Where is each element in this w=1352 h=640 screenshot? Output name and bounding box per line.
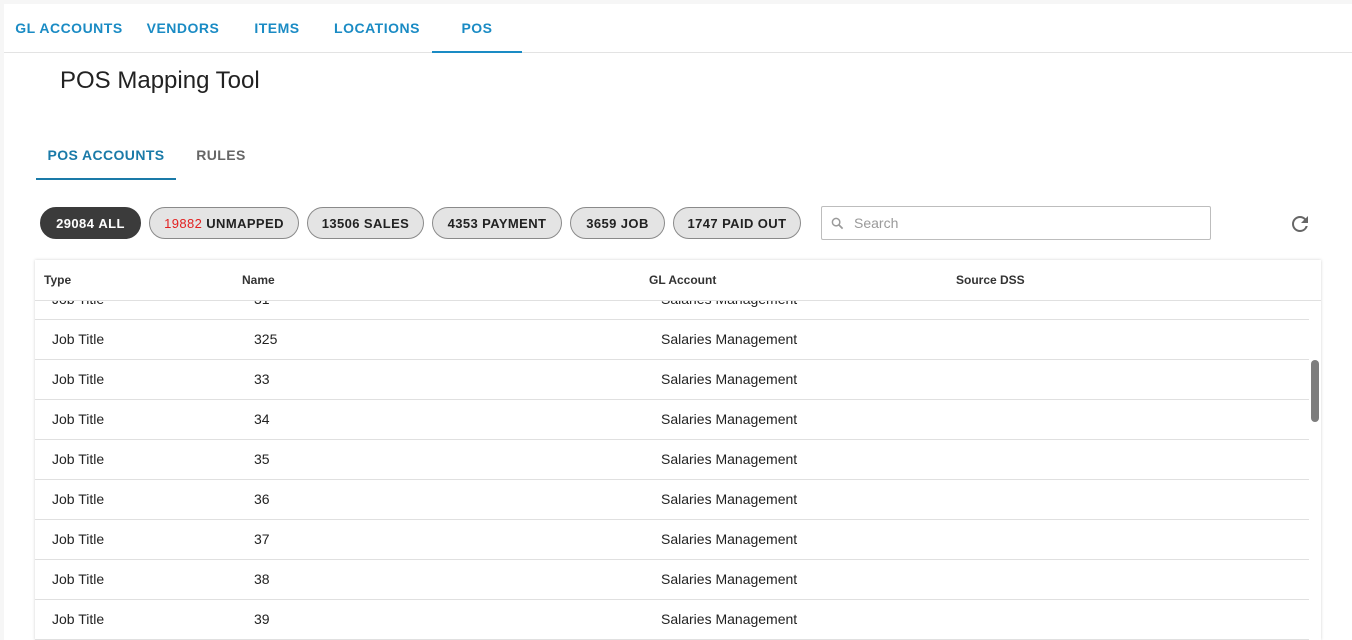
- cell-name: 34: [254, 411, 270, 427]
- cell-gl-account: Salaries Management: [661, 301, 797, 319]
- cell-type: Job Title: [52, 611, 105, 627]
- table-row[interactable]: Job Title 38 Salaries Management: [35, 560, 1309, 600]
- page-title: POS Mapping Tool: [60, 67, 260, 94]
- scrollbar-thumb[interactable]: [1311, 360, 1319, 422]
- tab-items[interactable]: ITEMS: [232, 4, 322, 52]
- chip-count: 13506: [321, 215, 360, 231]
- tab-locations[interactable]: LOCATIONS: [322, 4, 432, 52]
- cell-type: Job Title: [52, 491, 105, 507]
- search-input[interactable]: [852, 214, 1196, 232]
- table-rows: Job Title 31 Salaries Management Job Tit…: [35, 301, 1309, 640]
- table-row[interactable]: Job Title 31 Salaries Management: [35, 301, 1309, 320]
- table-scrollbar[interactable]: [1309, 301, 1321, 640]
- table-row[interactable]: Job Title 325 Salaries Management: [35, 320, 1309, 360]
- sub-tabs: POS ACCOUNTS RULES: [36, 132, 336, 180]
- top-navigation: GL ACCOUNTS VENDORS ITEMS LOCATIONS POS: [4, 4, 1352, 53]
- filter-chip-paid-out[interactable]: 1747 PAID OUT: [673, 207, 801, 239]
- cell-name: 37: [254, 531, 270, 547]
- refresh-icon[interactable]: [1288, 212, 1312, 236]
- table-header: Type Name GL Account Source DSS: [35, 260, 1321, 301]
- cell-type: Job Title: [52, 571, 105, 587]
- cell-type: Job Title: [52, 301, 104, 319]
- cell-gl-account: Salaries Management: [661, 611, 798, 627]
- chip-label: SALES: [363, 215, 410, 231]
- cell-name: 36: [254, 491, 270, 507]
- chip-count: 19882: [164, 215, 203, 231]
- table-body: Job Title 31 Salaries Management Job Tit…: [35, 301, 1309, 640]
- filter-chip-job[interactable]: 3659 JOB: [570, 207, 665, 239]
- cell-type: Job Title: [52, 411, 105, 427]
- tab-pos[interactable]: POS: [432, 4, 522, 53]
- column-header-gl-account[interactable]: GL Account: [649, 260, 716, 300]
- tab-rules[interactable]: RULES: [176, 132, 266, 178]
- cell-type: Job Title: [52, 451, 105, 467]
- cell-gl-account: Salaries Management: [661, 571, 798, 587]
- column-header-source-dss[interactable]: Source DSS: [956, 260, 1025, 300]
- cell-gl-account: Salaries Management: [661, 451, 798, 467]
- cell-name: 39: [254, 611, 270, 627]
- app-frame: GL ACCOUNTS VENDORS ITEMS LOCATIONS POS …: [4, 4, 1352, 640]
- chip-label: JOB: [620, 215, 649, 231]
- chip-label: UNMAPPED: [206, 215, 284, 231]
- cell-type: Job Title: [52, 531, 105, 547]
- chip-count: 3659: [586, 215, 617, 231]
- filter-chip-all[interactable]: 29084 ALL: [40, 207, 141, 239]
- chip-count: 1747: [687, 215, 719, 231]
- cell-name: 35: [254, 451, 270, 467]
- chip-count: 4353: [447, 215, 479, 231]
- cell-name: 38: [254, 571, 270, 587]
- cell-type: Job Title: [52, 371, 105, 387]
- filter-chip-sales[interactable]: 13506 SALES: [307, 207, 424, 239]
- tab-gl-accounts[interactable]: GL ACCOUNTS: [4, 4, 134, 52]
- filter-chip-unmapped[interactable]: 19882 UNMAPPED: [149, 207, 299, 239]
- cell-type: Job Title: [52, 331, 105, 347]
- table-row[interactable]: Job Title 35 Salaries Management: [35, 440, 1309, 480]
- search-icon: [822, 217, 852, 230]
- search-box: [821, 206, 1211, 240]
- tab-pos-accounts[interactable]: POS ACCOUNTS: [36, 132, 176, 180]
- table-row[interactable]: Job Title 37 Salaries Management: [35, 520, 1309, 560]
- cell-gl-account: Salaries Management: [661, 331, 798, 347]
- table-row[interactable]: Job Title 33 Salaries Management: [35, 360, 1309, 400]
- column-header-name[interactable]: Name: [242, 260, 275, 300]
- pos-accounts-table: Type Name GL Account Source DSS Job Titl…: [35, 260, 1321, 640]
- cell-gl-account: Salaries Management: [661, 491, 798, 507]
- cell-gl-account: Salaries Management: [661, 411, 798, 427]
- chip-label: PAID OUT: [722, 215, 787, 231]
- cell-name: 31: [254, 301, 270, 319]
- table-row[interactable]: Job Title 36 Salaries Management: [35, 480, 1309, 520]
- cell-name: 325: [254, 331, 278, 347]
- filter-chip-payment[interactable]: 4353 PAYMENT: [432, 207, 562, 239]
- table-row[interactable]: Job Title 39 Salaries Management: [35, 600, 1309, 640]
- tab-vendors[interactable]: VENDORS: [134, 4, 232, 52]
- cell-gl-account: Salaries Management: [661, 371, 798, 387]
- cell-gl-account: Salaries Management: [661, 531, 798, 547]
- chip-label: ALL: [98, 215, 125, 231]
- column-header-type[interactable]: Type: [44, 260, 71, 300]
- cell-name: 33: [254, 371, 270, 387]
- chip-count: 29084: [56, 215, 95, 231]
- chip-label: PAYMENT: [482, 215, 547, 231]
- table-row[interactable]: Job Title 34 Salaries Management: [35, 400, 1309, 440]
